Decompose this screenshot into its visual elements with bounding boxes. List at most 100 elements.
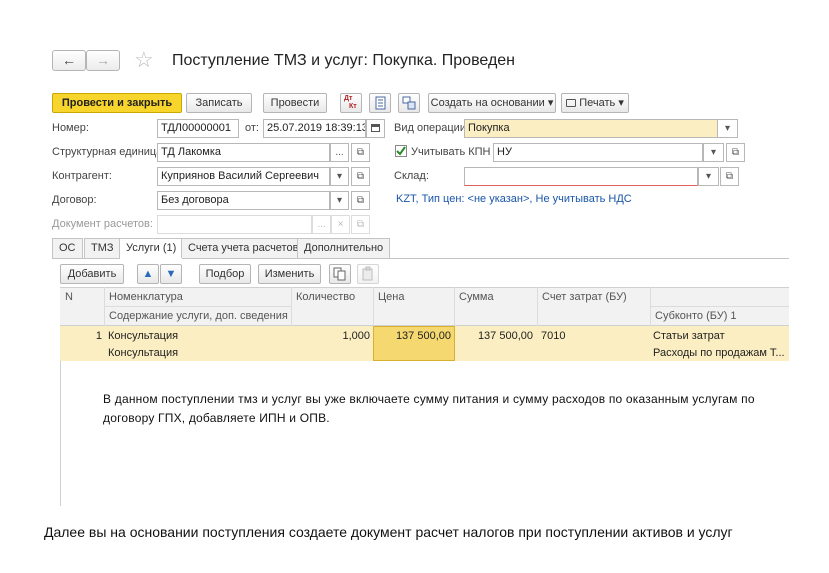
unit-select-button[interactable]: ... bbox=[330, 143, 349, 162]
settlement-doc-open-button: ⧉ bbox=[351, 215, 370, 234]
chevron-down-icon: ▾ bbox=[705, 171, 712, 182]
tab-os[interactable]: ОС bbox=[52, 238, 83, 258]
column-header-content: Содержание услуги, доп. сведения bbox=[109, 310, 288, 322]
dt-kt-icon: Дт Кт bbox=[344, 95, 357, 110]
column-header-n: N bbox=[65, 291, 73, 303]
contract-open-button[interactable]: ⧉ bbox=[351, 191, 370, 210]
unit-open-button[interactable]: ⧉ bbox=[351, 143, 370, 162]
warehouse-field[interactable] bbox=[464, 167, 698, 186]
open-icon: ⧉ bbox=[356, 219, 365, 230]
favorite-star-icon[interactable]: ☆ bbox=[134, 47, 154, 73]
kpn-open-button[interactable]: ⧉ bbox=[726, 143, 745, 162]
column-header-subconto: Субконто (БУ) 1 bbox=[655, 310, 737, 322]
contractor-label: Контрагент: bbox=[52, 170, 112, 182]
create-based-on-button[interactable]: Создать на основании ▾ bbox=[428, 93, 556, 113]
warehouse-open-button[interactable]: ⧉ bbox=[720, 167, 739, 186]
contractor-field[interactable]: Куприянов Василий Сергеевич bbox=[157, 167, 330, 186]
calendar-button[interactable] bbox=[366, 119, 385, 138]
settlement-doc-field bbox=[157, 215, 312, 234]
structure-icon bbox=[402, 96, 416, 110]
copy-icon bbox=[333, 267, 346, 281]
chevron-down-icon: ▾ bbox=[724, 123, 731, 134]
contract-label: Договор: bbox=[52, 194, 97, 206]
dt-kt-button[interactable]: Дт Кт bbox=[340, 93, 362, 113]
number-label: Номер: bbox=[52, 122, 89, 134]
row-nomenclature: Консультация bbox=[108, 330, 179, 342]
open-icon: ⧉ bbox=[356, 147, 365, 158]
annotation-text: В данном поступлении тмз и услуг вы уже … bbox=[103, 392, 755, 425]
warehouse-label: Склад: bbox=[394, 170, 429, 182]
chevron-down-icon: ▾ bbox=[710, 147, 717, 158]
open-icon: ⧉ bbox=[731, 147, 740, 158]
post-button[interactable]: Провести bbox=[263, 93, 327, 113]
chevron-down-icon: ▾ bbox=[547, 97, 554, 109]
checkmark-icon bbox=[396, 146, 406, 156]
warehouse-dropdown-button[interactable]: ▾ bbox=[698, 167, 719, 186]
contractor-open-button[interactable]: ⧉ bbox=[351, 167, 370, 186]
operation-select[interactable]: Покупка bbox=[464, 119, 718, 138]
open-icon: ⧉ bbox=[725, 171, 734, 182]
unit-field[interactable]: ТД Лакомка bbox=[157, 143, 330, 162]
select-button[interactable]: Подбор bbox=[199, 264, 251, 284]
copy-rows-button[interactable] bbox=[329, 264, 351, 284]
date-from-label: от: bbox=[245, 122, 259, 134]
print-button[interactable]: Печать ▾ bbox=[561, 93, 629, 113]
tab-services[interactable]: Услуги (1) bbox=[119, 238, 184, 259]
row-cost-account: 7010 bbox=[541, 330, 566, 342]
row-subconto-1: Статьи затрат bbox=[653, 330, 725, 342]
structure-button[interactable] bbox=[398, 93, 420, 113]
move-down-button[interactable]: ▼ bbox=[160, 264, 182, 284]
tab-settlement-accounts[interactable]: Счета учета расчетов bbox=[181, 238, 306, 258]
open-icon: ⧉ bbox=[356, 171, 365, 182]
open-icon: ⧉ bbox=[356, 195, 365, 206]
date-field[interactable]: 25.07.2019 18:39:13 bbox=[263, 119, 366, 138]
row-subconto-2: Расходы по продажам Т... bbox=[653, 347, 785, 359]
add-row-button[interactable]: Добавить bbox=[60, 264, 124, 284]
kpn-label: Учитывать КПН bbox=[411, 146, 491, 158]
contractor-dropdown-button[interactable]: ▾ bbox=[330, 167, 349, 186]
report-button[interactable] bbox=[369, 93, 391, 113]
move-up-button[interactable]: ▲ bbox=[137, 264, 159, 284]
row-number: 1 bbox=[95, 330, 102, 342]
number-field[interactable]: ТДЛ00000001 bbox=[157, 119, 239, 138]
table-left-border bbox=[60, 361, 61, 506]
column-header-sum: Сумма bbox=[459, 291, 494, 303]
caption-text: Далее вы на основании поступления создае… bbox=[44, 524, 733, 540]
column-header-price: Цена bbox=[378, 291, 405, 303]
post-and-close-button[interactable]: Провести и закрыть bbox=[52, 93, 182, 113]
row-price: 137 500,00 bbox=[395, 330, 451, 342]
column-header-cost-account: Счет затрат (БУ) bbox=[542, 291, 627, 303]
tab-tmz[interactable]: ТМЗ bbox=[84, 238, 121, 258]
settlement-doc-select-button: ... bbox=[312, 215, 331, 234]
kpn-dropdown-button[interactable]: ▾ bbox=[703, 143, 724, 162]
unit-label: Структурная единица: bbox=[52, 146, 166, 158]
forward-arrow-icon: → bbox=[96, 52, 110, 68]
paste-rows-button bbox=[357, 264, 379, 284]
back-button[interactable]: ← bbox=[52, 50, 86, 71]
kpn-field[interactable]: НУ bbox=[493, 143, 703, 162]
settlement-doc-label: Документ расчетов: bbox=[52, 218, 153, 230]
operation-dropdown-button[interactable]: ▾ bbox=[717, 119, 738, 138]
column-header-quantity: Количество bbox=[296, 291, 356, 303]
change-button[interactable]: Изменить bbox=[258, 264, 321, 284]
arrow-down-icon: ▼ bbox=[165, 268, 177, 280]
operation-label: Вид операции: bbox=[394, 122, 470, 134]
forward-button[interactable]: → bbox=[86, 50, 120, 71]
contract-dropdown-button[interactable]: ▾ bbox=[330, 191, 349, 210]
settlement-doc-clear-button: × bbox=[331, 215, 350, 234]
price-settings-link[interactable]: KZT, Тип цен: <не указан>, Не учитывать … bbox=[396, 193, 632, 205]
tab-additional[interactable]: Дополнительно bbox=[297, 238, 391, 258]
report-icon bbox=[375, 96, 386, 110]
chevron-down-icon: ▾ bbox=[336, 171, 343, 182]
row-content: Консультация bbox=[108, 347, 179, 359]
page-title: Поступление ТМЗ и услуг: Покупка. Провед… bbox=[172, 52, 516, 69]
contract-field[interactable]: Без договора bbox=[157, 191, 330, 210]
arrow-up-icon: ▲ bbox=[142, 268, 154, 280]
column-header-nomenclature: Номенклатура bbox=[109, 291, 183, 303]
row-sum: 137 500,00 bbox=[477, 330, 533, 342]
paste-icon bbox=[362, 266, 373, 281]
kpn-checkbox[interactable] bbox=[395, 145, 407, 157]
write-button[interactable]: Записать bbox=[186, 93, 252, 113]
back-arrow-icon: ← bbox=[62, 52, 76, 68]
calendar-icon bbox=[371, 124, 380, 132]
